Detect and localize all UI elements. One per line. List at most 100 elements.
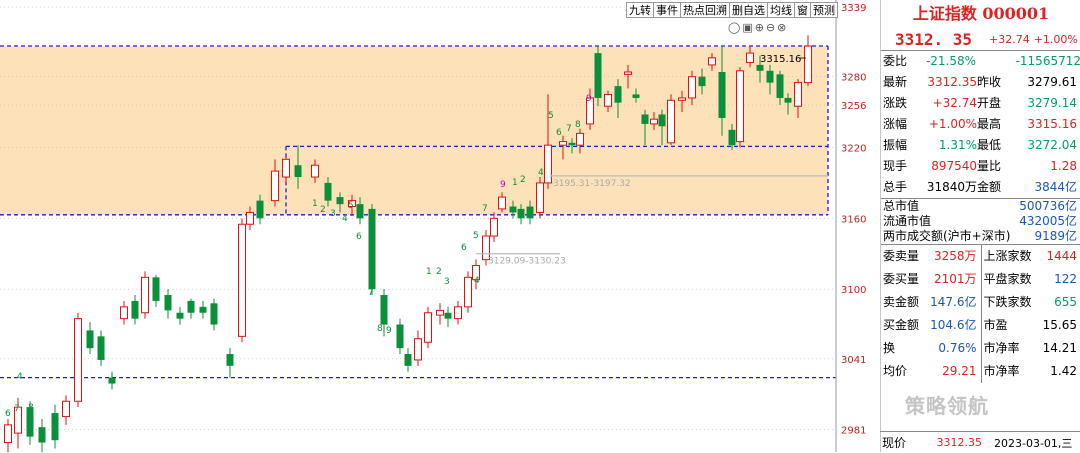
watermark: 策略领航	[905, 390, 989, 419]
candle-body-down	[767, 71, 774, 83]
toolbar-btn-0[interactable]: 九转	[626, 2, 654, 18]
market-row: 两市成交额(沪市+深市)9189亿	[881, 229, 1080, 244]
candle-body-up	[491, 218, 498, 236]
toolbar-btn-5[interactable]: 窗	[795, 2, 811, 18]
quote-row: 涨跌+32.74开盘3279.14	[881, 93, 1080, 114]
quote-row: 现手897540量比1.28	[881, 156, 1080, 177]
quote-row: 涨幅+1.00%最高3315.16	[881, 114, 1080, 135]
candle-body-down	[510, 207, 517, 213]
nine-turn-count: 7	[368, 288, 374, 298]
eye-icon[interactable]: ◯	[728, 21, 742, 34]
breadth-grid: 委卖量3258万委买量2101万卖金额147.6亿买金额104.6亿换0.76%…	[881, 245, 1080, 383]
index-title: 上证指数 000001	[881, 0, 1080, 28]
candle-body-down	[405, 354, 412, 366]
y-tick-label: 2981	[841, 426, 866, 437]
quote-row: 总手31840万金额3844亿	[881, 177, 1080, 198]
quote-panel: 上证指数 000001 3312. 35 +32.74 +1.00% 委比-21…	[880, 0, 1080, 452]
candle-body-up	[537, 183, 544, 213]
candle-body-up	[142, 277, 149, 312]
toolbar-btn-2[interactable]: 热点回溯	[681, 2, 730, 18]
candle-body-up	[689, 77, 696, 98]
high-price-label: 3315.16	[760, 54, 801, 65]
candle-body-up	[545, 145, 552, 183]
candle-body-down	[177, 313, 184, 319]
lock-icon[interactable]: ▣	[742, 21, 754, 34]
candle-body-up	[465, 277, 472, 307]
quote-row: 振幅1.31%最低3272.04	[881, 135, 1080, 156]
nine-turn-count: 7	[14, 404, 20, 414]
nine-turn-count: 5	[348, 201, 354, 211]
y-tick-label: 3160	[841, 214, 866, 225]
y-tick-label: 3339	[841, 3, 866, 14]
y-tick-label: 3041	[841, 355, 866, 366]
toolbar-btn-3[interactable]: 删自选	[730, 2, 768, 18]
candle-body-up	[239, 224, 246, 336]
candle-body-up	[605, 94, 612, 106]
candle-body-up	[437, 310, 444, 315]
support-resistance-zones	[0, 46, 836, 378]
footer-bar: 现价 3312.35 2023-03-01,三	[880, 431, 1080, 453]
quote-row: 委比-21.58%-11565712	[881, 51, 1080, 72]
y-tick-label: 3256	[841, 101, 866, 112]
candle-body-down	[257, 201, 264, 219]
candle-body-down	[719, 72, 726, 118]
breadth-row: 市净率14.21	[982, 337, 1080, 360]
breadth-row: 上涨家数1444	[982, 245, 1080, 268]
nine-turn-count: 6	[556, 128, 562, 138]
candlestick-chart[interactable]: 33393280325632203160310030412981 3315.16…	[0, 0, 880, 452]
candle-body-up	[283, 159, 290, 177]
candle-body-up	[63, 401, 70, 416]
breadth-row: 委卖量3258万	[881, 245, 981, 268]
chart-tools: ◯▣⊕⊖⊗	[728, 21, 788, 34]
candle-body-up	[75, 319, 82, 402]
candle-body-up	[625, 72, 632, 74]
breadth-row: 下跌家数655	[982, 291, 1080, 314]
candle-body-down	[518, 209, 525, 218]
breadth-row: 均价29.21	[881, 360, 981, 383]
quote-row: 最新3312.35昨收3279.61	[881, 72, 1080, 93]
nine-turn-count: 9	[386, 326, 392, 336]
candle-body-down	[52, 413, 59, 440]
candle-body-down	[777, 74, 784, 98]
candle-body-up	[455, 307, 462, 319]
breadth-row: 卖金额147.6亿	[881, 291, 981, 314]
nine-turn-count: 6	[356, 232, 362, 242]
candle-body-up	[5, 425, 12, 443]
y-tick-label: 3280	[841, 73, 866, 84]
zoom-out-icon[interactable]: ⊖	[766, 21, 777, 34]
candle-body-down	[633, 94, 640, 98]
change-pct: +1.00%	[1034, 33, 1078, 46]
nine-turn-count: 5	[548, 111, 554, 121]
footer-price: 3312.35	[922, 436, 982, 449]
zoom-in-icon[interactable]: ⊕	[755, 21, 766, 34]
nine-turn-count: 8	[28, 403, 34, 413]
breadth-row: 换0.76%	[881, 337, 981, 360]
candle-body-up	[679, 98, 686, 100]
toolbar-btn-1[interactable]: 事件	[654, 2, 681, 18]
candle-body-up	[415, 339, 422, 360]
candle-body-up	[747, 53, 754, 62]
candle-body-down	[615, 86, 622, 103]
nine-turn-count: 4	[17, 372, 23, 382]
breadth-row: 委买量2101万	[881, 268, 981, 291]
candle-body-down	[569, 143, 576, 145]
price-line: 3312. 35 +32.74 +1.00%	[881, 28, 1080, 51]
candle-body-up	[795, 83, 802, 107]
close-icon[interactable]: ⊗	[777, 21, 788, 34]
nine-turn-count: 1	[426, 267, 432, 277]
breadth-row: 平盘家数122	[982, 268, 1080, 291]
gap-label-1: 3195.31-3197.32	[553, 179, 631, 189]
nine-turn-count: 7	[566, 124, 572, 134]
candle-body-up	[272, 171, 279, 201]
candle-body-down	[757, 65, 764, 71]
candle-body-down	[659, 114, 666, 126]
candle-body-down	[165, 295, 172, 310]
candle-body-down	[188, 301, 195, 313]
nine-turn-count: 3	[444, 277, 450, 287]
candle-body-up	[805, 46, 812, 83]
toolbar-btn-4[interactable]: 均线	[768, 2, 795, 18]
nine-turn-count: 5	[473, 231, 479, 241]
toolbar-btn-6[interactable]: 预测	[811, 2, 838, 18]
candle-body-down	[98, 336, 105, 360]
candle-body-down	[153, 277, 160, 301]
